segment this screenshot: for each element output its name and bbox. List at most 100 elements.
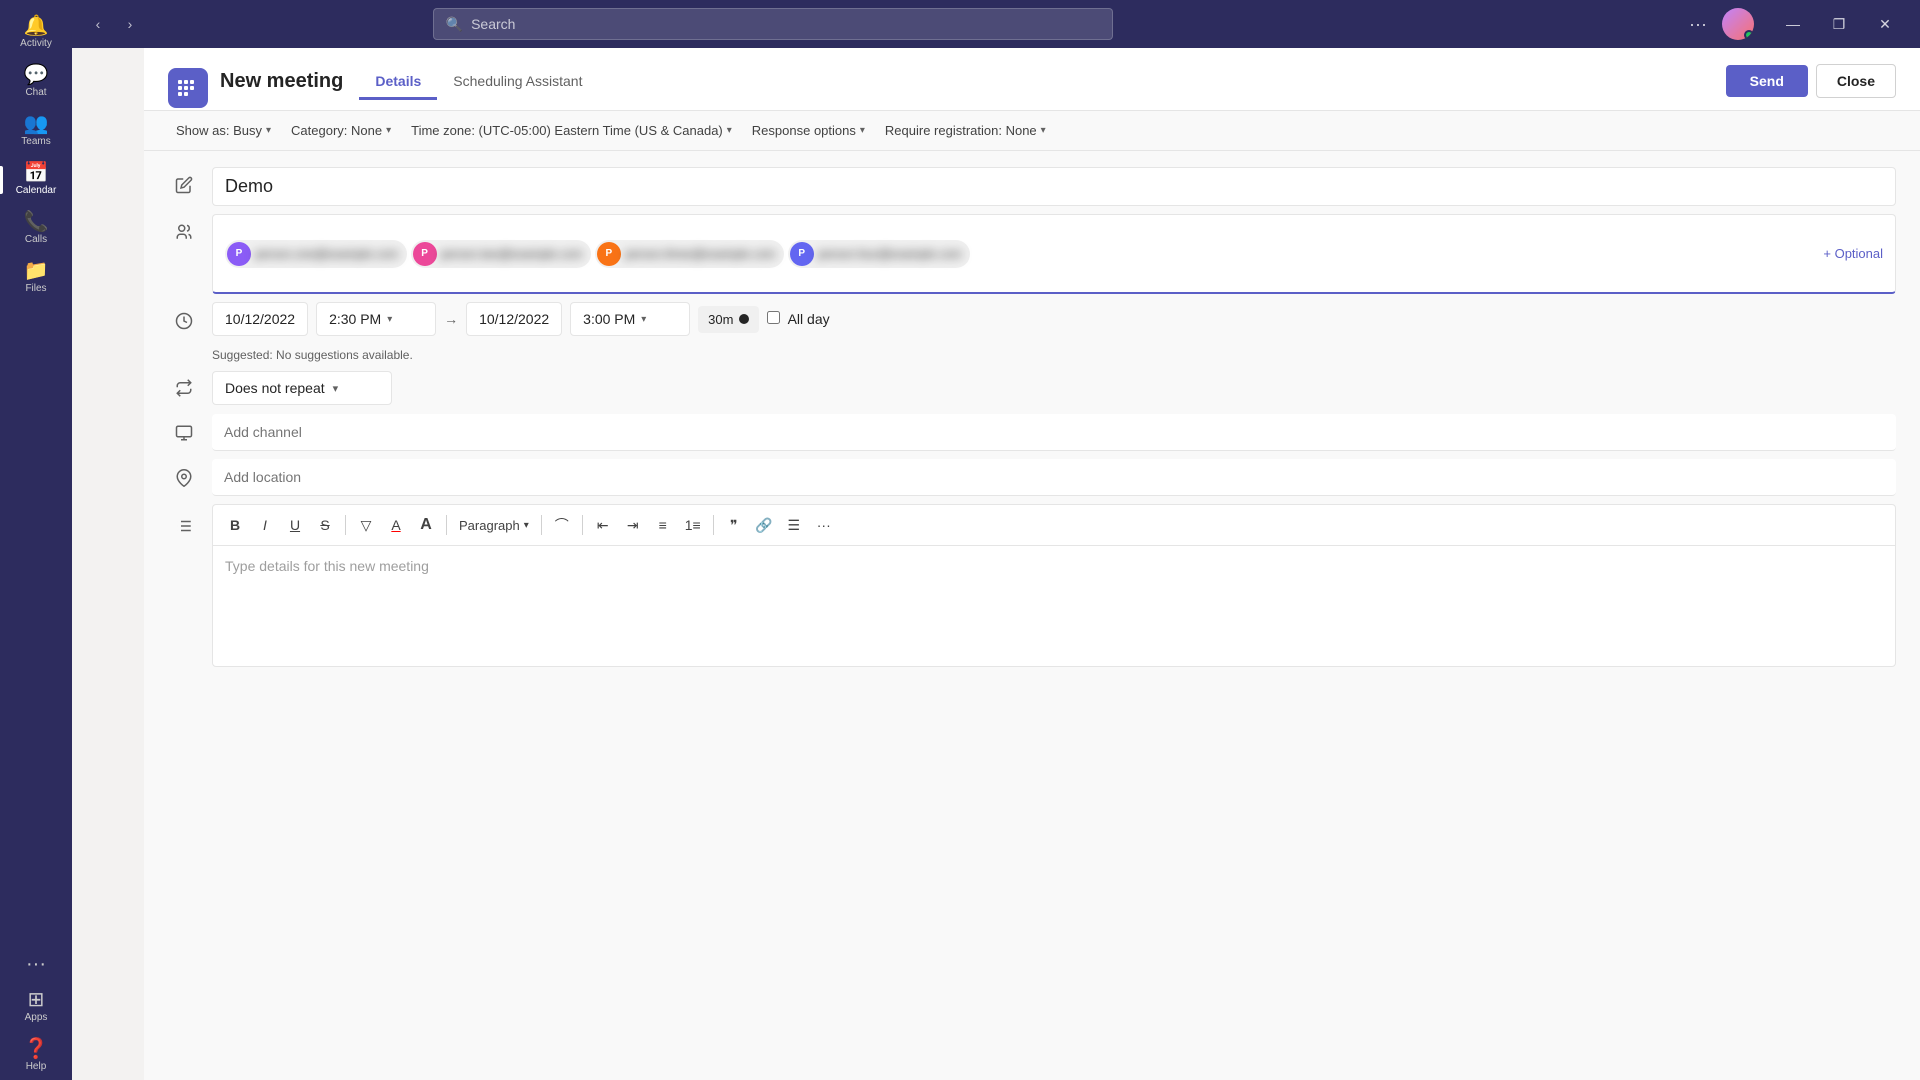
- category-label: Category: None: [291, 123, 382, 138]
- category-dropdown[interactable]: Category: None ▾: [283, 119, 399, 142]
- attendee-name: person.four@example.com: [818, 247, 962, 261]
- search-bar[interactable]: 🔍: [433, 8, 1113, 40]
- calendar-icon: 📅: [24, 163, 49, 183]
- channel-input[interactable]: [212, 414, 1896, 451]
- start-time-picker[interactable]: 2:30 PM ▾: [316, 302, 436, 336]
- title-input[interactable]: [212, 167, 1896, 206]
- tab-scheduling[interactable]: Scheduling Assistant: [437, 65, 598, 100]
- editor-body[interactable]: Type details for this new meeting: [213, 546, 1895, 666]
- font-size-button[interactable]: A: [412, 511, 440, 539]
- strikethrough-button[interactable]: S: [311, 511, 339, 539]
- show-as-dropdown[interactable]: Show as: Busy ▾: [168, 119, 279, 142]
- restore-button[interactable]: ❐: [1816, 0, 1862, 48]
- attendee-chip: P person.two@example.com: [411, 240, 591, 268]
- channel-icon: [168, 415, 200, 451]
- link-button[interactable]: 🔗: [750, 511, 778, 539]
- chevron-down-icon: ▾: [386, 125, 391, 136]
- meeting-title-row: New meeting Details Scheduling Assistant: [220, 64, 1710, 99]
- quote-button[interactable]: ❞: [720, 511, 748, 539]
- duration-value: 30m: [708, 312, 733, 327]
- sidebar-item-label: Teams: [21, 136, 50, 147]
- datetime-controls: 10/12/2022 2:30 PM ▾ → 10/12/2022 3:00 P…: [212, 302, 830, 336]
- repeat-dropdown[interactable]: Does not repeat ▾: [212, 371, 392, 405]
- chevron-down-icon: ▾: [524, 520, 529, 531]
- numbered-list-button[interactable]: 1≡: [679, 511, 707, 539]
- attendees-area[interactable]: P person.one@example.com P person.two@ex…: [212, 214, 1896, 294]
- attendee-avatar: P: [597, 242, 621, 266]
- bullet-list-button[interactable]: ≡: [649, 511, 677, 539]
- highlight-button[interactable]: ▽: [352, 511, 380, 539]
- attendee-name: person.three@example.com: [625, 247, 776, 261]
- duration-dot: [739, 314, 749, 324]
- format-button[interactable]: ⌒: [548, 511, 576, 539]
- duration-badge: 30m: [698, 306, 759, 333]
- nav-buttons: ‹ ›: [84, 10, 144, 38]
- back-button[interactable]: ‹: [84, 10, 112, 38]
- tab-details[interactable]: Details: [359, 65, 437, 100]
- start-date-picker[interactable]: 10/12/2022: [212, 302, 308, 336]
- italic-button[interactable]: I: [251, 511, 279, 539]
- sidebar-item-help[interactable]: ❓ Help: [20, 1031, 53, 1080]
- sidebar-item-apps[interactable]: ⊞ Apps: [20, 982, 53, 1031]
- chevron-down-icon: ▾: [727, 125, 732, 136]
- minimize-button[interactable]: —: [1770, 0, 1816, 48]
- search-input[interactable]: [471, 16, 1100, 32]
- bold-button[interactable]: B: [221, 511, 249, 539]
- close-meeting-button[interactable]: Close: [1816, 64, 1896, 98]
- location-input[interactable]: [212, 459, 1896, 496]
- end-date-value: 10/12/2022: [479, 311, 549, 327]
- send-button[interactable]: Send: [1726, 65, 1808, 97]
- repeat-icon: [168, 370, 200, 406]
- more-options-button[interactable]: ···: [1682, 8, 1714, 40]
- registration-dropdown[interactable]: Require registration: None ▾: [877, 119, 1054, 142]
- timezone-dropdown[interactable]: Time zone: (UTC-05:00) Eastern Time (US …: [403, 119, 740, 142]
- form-area: P person.one@example.com P person.two@ex…: [144, 151, 1920, 1080]
- avatar[interactable]: [1722, 8, 1754, 40]
- title-row: [168, 167, 1896, 206]
- sidebar-item-more[interactable]: ···: [20, 946, 53, 982]
- repeat-row: Does not repeat ▾: [168, 370, 1896, 406]
- avatar-status: [1744, 30, 1754, 40]
- suggested-text: Suggested: No suggestions available.: [212, 348, 1896, 362]
- attendees-row: P person.one@example.com P person.two@ex…: [168, 214, 1896, 294]
- attendee-chip: P person.one@example.com: [225, 240, 407, 268]
- location-row: [168, 459, 1896, 496]
- editor-toolbar: B I U S ▽ A A Paragraph ▾ ⌒ ⇤: [213, 505, 1895, 546]
- start-time-value: 2:30 PM: [329, 311, 381, 327]
- response-options-dropdown[interactable]: Response options ▾: [744, 119, 873, 142]
- sidebar-item-teams[interactable]: 👥 Teams: [0, 106, 72, 155]
- forward-button[interactable]: ›: [116, 10, 144, 38]
- allday-checkbox[interactable]: All day: [767, 311, 829, 327]
- end-date-picker[interactable]: 10/12/2022: [466, 302, 562, 336]
- activity-icon: 🔔: [24, 16, 49, 36]
- underline-button[interactable]: U: [281, 511, 309, 539]
- sidebar-item-calls[interactable]: 📞 Calls: [0, 204, 72, 253]
- attendee-avatar: P: [413, 242, 437, 266]
- sidebar-item-calendar[interactable]: 📅 Calendar: [0, 155, 72, 204]
- attendee-avatar: P: [227, 242, 251, 266]
- align-button[interactable]: ☰: [780, 511, 808, 539]
- show-as-label: Show as: Busy: [176, 123, 262, 138]
- close-button[interactable]: ✕: [1862, 0, 1908, 48]
- chevron-down-icon: ▾: [1041, 125, 1046, 136]
- indent-increase-button[interactable]: ⇥: [619, 511, 647, 539]
- editor: B I U S ▽ A A Paragraph ▾ ⌒ ⇤: [212, 504, 1896, 667]
- allday-input[interactable]: [767, 311, 780, 324]
- sidebar-item-files[interactable]: 📁 Files: [0, 253, 72, 302]
- sidebar-item-chat[interactable]: 💬 Chat: [0, 57, 72, 106]
- font-color-button[interactable]: A: [382, 511, 410, 539]
- chevron-down-icon: ▾: [387, 314, 392, 325]
- sidebar-item-activity[interactable]: 🔔 Activity: [0, 8, 72, 57]
- datetime-row: 10/12/2022 2:30 PM ▾ → 10/12/2022 3:00 P…: [168, 302, 1896, 340]
- channel-row: [168, 414, 1896, 451]
- start-date-value: 10/12/2022: [225, 311, 295, 327]
- more-formatting-button[interactable]: ···: [810, 511, 838, 539]
- meeting-title: New meeting: [220, 70, 343, 93]
- optional-link[interactable]: + Optional: [1823, 246, 1883, 261]
- sidebar-item-label: Files: [25, 283, 46, 294]
- end-time-picker[interactable]: 3:00 PM ▾: [570, 302, 690, 336]
- indent-decrease-button[interactable]: ⇤: [589, 511, 617, 539]
- chevron-down-icon: ▾: [266, 125, 271, 136]
- attendees-icon: [168, 214, 200, 250]
- paragraph-dropdown[interactable]: Paragraph ▾: [453, 514, 535, 537]
